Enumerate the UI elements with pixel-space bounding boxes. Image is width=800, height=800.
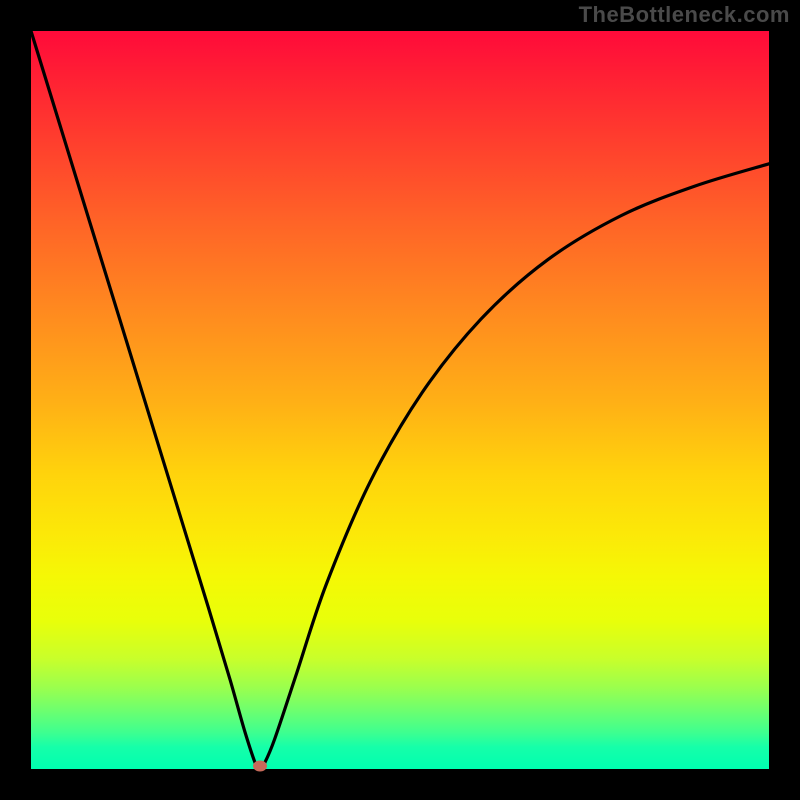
curve-path <box>31 31 769 769</box>
plot-area <box>31 31 769 769</box>
bottleneck-curve <box>31 31 769 769</box>
watermark-text: TheBottleneck.com <box>579 2 790 28</box>
optimal-point-marker <box>253 761 267 772</box>
chart-frame: TheBottleneck.com <box>0 0 800 800</box>
